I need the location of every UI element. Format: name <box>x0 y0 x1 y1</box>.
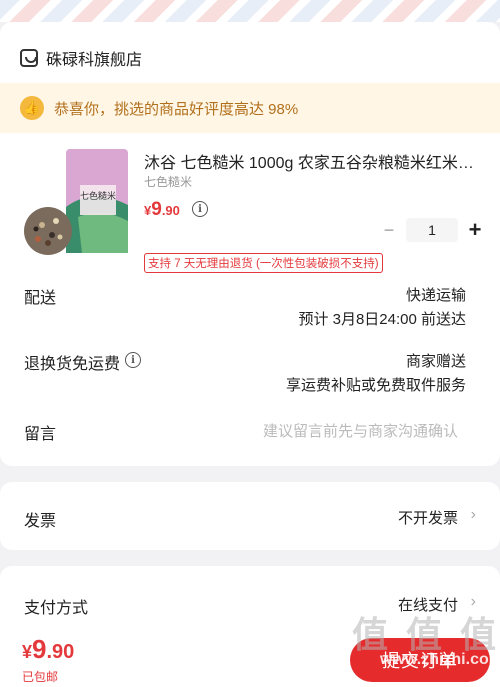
return-guarantee-badge: 支持 7 天无理由退货 (一次性包装破损不支持) <box>144 253 383 273</box>
promo-banner: 👍 恭喜你，挑选的商品好评度高达 98% <box>0 83 500 133</box>
invoice-label: 发票 <box>24 513 57 530</box>
delivery-eta: 预计 3月8日24:00 前送达 <box>298 311 466 328</box>
invoice-chevron-icon: › <box>470 506 476 523</box>
product-spec[interactable]: 七色糙米 <box>144 173 192 190</box>
return-shipping-info-icon[interactable]: i <box>125 352 141 368</box>
payment-label: 支付方式 <box>24 600 89 617</box>
quantity-stepper: − 1 + <box>380 217 484 243</box>
price-info-icon[interactable]: i <box>192 201 208 217</box>
airmail-border <box>0 0 500 22</box>
product-image[interactable]: 七色糙米 <box>22 147 130 259</box>
message-input[interactable]: 建议留言前先与商家沟通确认 <box>263 420 458 441</box>
product-image-label: 七色糙米 <box>80 190 116 202</box>
total-price-symbol: ¥ <box>22 642 33 662</box>
invoice-value: 不开发票 <box>397 510 458 527</box>
promo-text: 恭喜你，挑选的商品好评度高达 98% <box>54 100 299 118</box>
message-label: 留言 <box>24 426 57 443</box>
delivery-method: 快递运输 <box>405 287 466 304</box>
product-title[interactable]: 沐谷 七色糙米 1000g 农家五谷杂粮糙米红米… <box>144 149 480 173</box>
free-shipping-label: 已包邮 <box>22 670 59 684</box>
total-price: ¥9.90 <box>22 634 74 665</box>
return-shipping-value: 商家赠送 <box>405 353 466 370</box>
store-icon <box>20 49 38 67</box>
price-decimal: .90 <box>161 203 180 218</box>
total-price-integer: 9 <box>32 634 47 664</box>
total-price-decimal: .90 <box>46 641 75 663</box>
return-shipping-label: 退换货免运费 <box>24 356 121 373</box>
quantity-plus-button[interactable]: + <box>466 217 484 243</box>
message-row[interactable]: 留言 建议留言前先与商家沟通确认 <box>0 420 500 444</box>
product-item: 七色糙米 沐谷 七色糙米 1000g 农家五谷杂粮糙米红米… 七色糙米 ¥9.9… <box>20 147 481 277</box>
product-price: ¥9.90 <box>144 199 180 221</box>
watermark-url: www.zhizhi.com <box>380 651 500 668</box>
delivery-label: 配送 <box>24 290 57 307</box>
quantity-value[interactable]: 1 <box>406 218 458 242</box>
invoice-card[interactable]: 发票 不开发票 › <box>0 482 500 550</box>
return-shipping-desc: 享运费补贴或免费取件服务 <box>285 377 466 394</box>
store-header[interactable]: 硃碌科旗舰店 <box>20 46 142 70</box>
quantity-minus-button[interactable]: − <box>380 220 398 241</box>
store-name: 硃碌科旗舰店 <box>46 52 143 69</box>
store-card: 硃碌科旗舰店 👍 恭喜你，挑选的商品好评度高达 98% 七色糙米 沐谷 七色糙米… <box>0 22 500 466</box>
thumbs-up-icon: 👍 <box>20 96 44 120</box>
price-integer: 9 <box>151 199 162 220</box>
